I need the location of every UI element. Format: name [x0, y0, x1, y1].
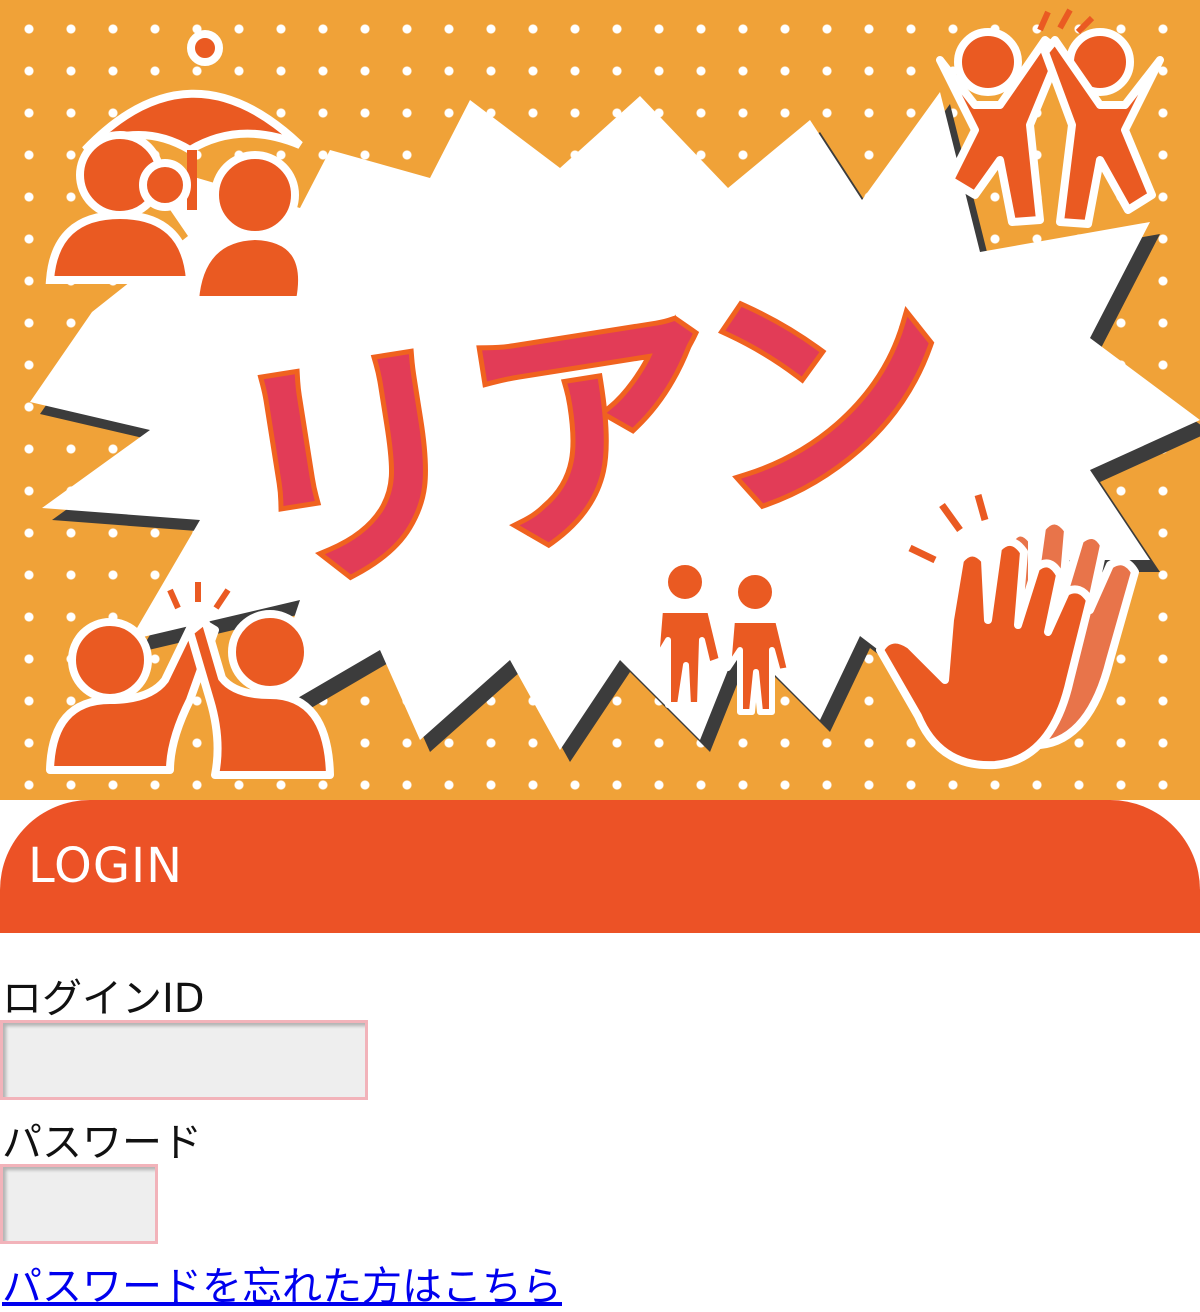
hero-banner: リアン リアン: [0, 0, 1200, 800]
jumping-high-five-icon: [936, 8, 1164, 228]
login-id-input[interactable]: [0, 1020, 368, 1100]
banner-artwork: リアン リアン: [30, 8, 1200, 779]
login-id-label: ログインID: [2, 976, 205, 1022]
forgot-password-link[interactable]: パスワードを忘れた方はこちら: [2, 1254, 562, 1312]
password-input[interactable]: [0, 1164, 158, 1244]
login-header-title: LOGIN: [28, 838, 184, 894]
password-label: パスワード: [2, 1120, 202, 1166]
couple-umbrella-icon: [45, 30, 307, 304]
login-header: LOGIN: [0, 800, 1200, 933]
